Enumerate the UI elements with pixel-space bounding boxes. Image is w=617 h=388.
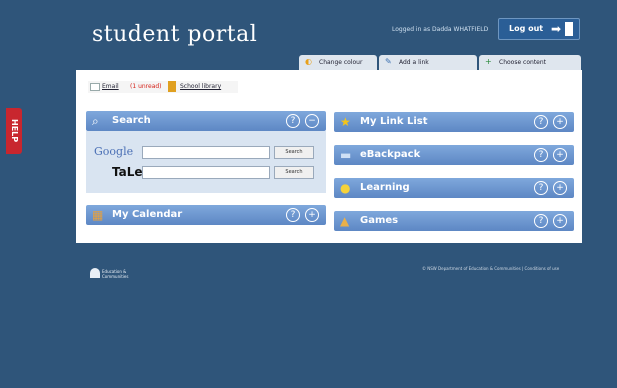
help-icon[interactable]: ? <box>534 181 548 195</box>
education-communities-logo: Education & Communities <box>90 266 138 282</box>
widget-title: eBackpack <box>360 149 421 160</box>
google-search-input[interactable] <box>142 146 270 159</box>
tale-search-input[interactable] <box>142 166 270 179</box>
crest-icon <box>90 268 100 278</box>
collapse-icon[interactable]: − <box>305 114 319 128</box>
logged-in-status: Logged in as Dadda WHATFIELD <box>392 26 489 33</box>
unread-count: (1 unread) <box>130 83 162 90</box>
tale-search-button[interactable]: Search <box>274 166 314 179</box>
page-title: student portal <box>92 22 258 47</box>
arrow-right-icon: ➡ <box>551 22 562 36</box>
learning-widget-header: ● Learning ? + <box>334 178 574 198</box>
lightbulb-icon: ● <box>340 181 351 195</box>
search-widget-body: Google Search TaLe Search <box>86 131 326 193</box>
palette-icon: ◐ <box>305 57 312 66</box>
help-icon[interactable]: ? <box>286 208 300 222</box>
expand-icon[interactable]: + <box>305 208 319 222</box>
widget-title: Games <box>360 215 399 226</box>
door-icon <box>565 22 573 36</box>
search-icon: ⌕ <box>92 114 99 128</box>
plus-icon: + <box>485 57 492 66</box>
calendar-icon: ▦ <box>92 208 104 222</box>
school-library-link[interactable]: School library <box>180 83 221 90</box>
google-search-button[interactable]: Search <box>274 146 314 159</box>
expand-icon[interactable]: + <box>553 148 567 162</box>
backpack-icon: ▬ <box>340 148 352 162</box>
library-icon <box>168 81 176 92</box>
ebackpack-widget-header: ▬ eBackpack ? + <box>334 145 574 165</box>
star-icon: ★ <box>340 115 351 129</box>
widget-title: My Calendar <box>112 209 183 220</box>
logo-text: Education & Communities <box>102 269 129 279</box>
tab-change-colour[interactable]: ◐ Change colour <box>299 55 377 70</box>
link-list-widget-header: ★ My Link List ? + <box>334 112 574 132</box>
help-icon[interactable]: ? <box>534 115 548 129</box>
tab-add-link[interactable]: ✎ Add a link <box>379 55 477 70</box>
logout-button[interactable]: Log out ➡ <box>498 18 580 40</box>
help-icon[interactable]: ? <box>534 214 548 228</box>
tab-label: Add a link <box>399 59 429 66</box>
calendar-widget-header: ▦ My Calendar ? + <box>86 205 326 225</box>
tale-logo: TaLe <box>112 165 143 179</box>
widget-title: My Link List <box>360 116 428 127</box>
tab-label: Change colour <box>319 59 363 66</box>
pencil-icon: ✎ <box>385 57 392 66</box>
expand-icon[interactable]: + <box>553 115 567 129</box>
help-tab[interactable]: HELP <box>6 108 22 154</box>
expand-icon[interactable]: + <box>553 181 567 195</box>
tab-choose-content[interactable]: + Choose content <box>479 55 581 70</box>
copyright-text: © NSW Department of Education & Communit… <box>422 266 560 271</box>
search-widget-header: ⌕ Search ? − <box>86 111 326 131</box>
quick-links-bar: Email (1 unread) School library <box>88 81 238 93</box>
email-link[interactable]: Email <box>102 83 119 90</box>
widget-title: Search <box>112 115 151 126</box>
tab-label: Choose content <box>499 59 547 66</box>
expand-icon[interactable]: + <box>553 214 567 228</box>
help-icon[interactable]: ? <box>534 148 548 162</box>
games-icon: ▲ <box>340 214 350 228</box>
help-icon[interactable]: ? <box>286 114 300 128</box>
email-icon <box>90 83 100 91</box>
logout-label: Log out <box>509 24 544 33</box>
games-widget-header: ▲ Games ? + <box>334 211 574 231</box>
widget-title: Learning <box>360 182 410 193</box>
google-logo: Google <box>94 145 134 158</box>
